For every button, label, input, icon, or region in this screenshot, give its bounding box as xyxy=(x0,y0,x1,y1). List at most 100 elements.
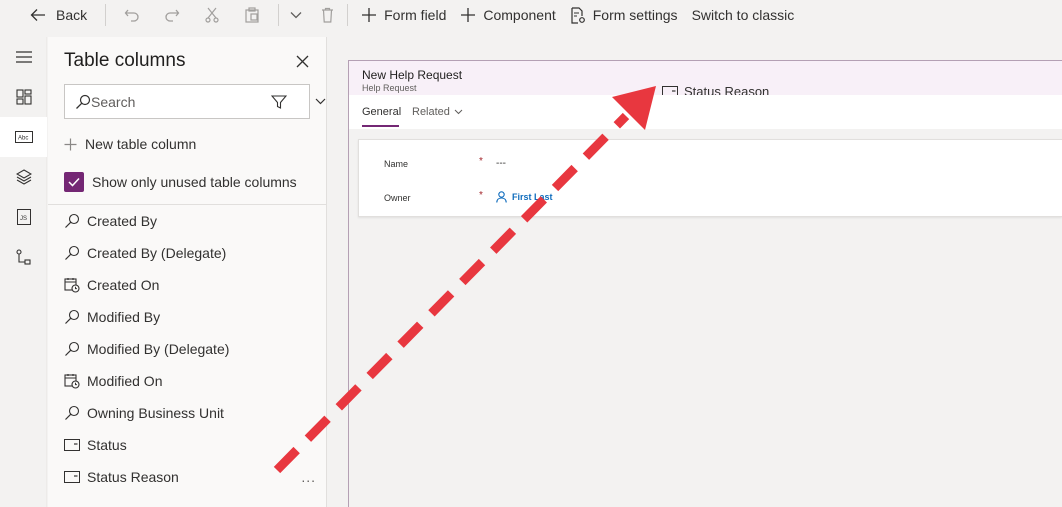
form-subtitle: Help Request xyxy=(362,83,417,93)
tab-general[interactable]: General xyxy=(362,106,401,118)
flow-icon xyxy=(15,249,32,265)
checkmark-icon xyxy=(68,177,80,187)
rail-table-columns-button[interactable]: Abc xyxy=(0,117,47,157)
person-icon xyxy=(496,191,507,203)
close-icon xyxy=(296,55,309,68)
column-item-label: Modified By (Delegate) xyxy=(87,341,230,357)
rail-tree-view-button[interactable] xyxy=(0,157,47,197)
new-table-column-button[interactable]: New table column xyxy=(64,134,196,154)
owner-name: First Last xyxy=(512,192,553,202)
option-set-icon xyxy=(64,437,80,453)
table-column-list: Created By Created By (Delegate) Created… xyxy=(64,205,322,493)
rail-menu-button[interactable] xyxy=(0,37,47,77)
delete-button[interactable] xyxy=(307,0,347,30)
form-preview: New Help Request Help Request Status Rea… xyxy=(348,60,1062,507)
more-commands-button[interactable] xyxy=(285,0,307,30)
column-item-owning-business-unit[interactable]: Owning Business Unit xyxy=(64,397,322,429)
lookup-icon xyxy=(64,341,80,357)
rail-components-button[interactable] xyxy=(0,77,47,117)
plus-icon xyxy=(361,7,377,23)
redo-button[interactable] xyxy=(152,0,192,30)
column-item-label: Status xyxy=(87,437,127,453)
lookup-icon xyxy=(64,245,80,261)
column-item-created-by-delegate[interactable]: Created By (Delegate) xyxy=(64,237,322,269)
redo-icon xyxy=(164,8,180,22)
tab-related-label: Related xyxy=(412,106,450,118)
required-indicator: * xyxy=(479,190,483,201)
paste-button[interactable] xyxy=(232,0,272,30)
clipboard-icon xyxy=(245,7,259,23)
form-tabs: General Related xyxy=(349,95,1062,129)
tab-active-indicator xyxy=(362,125,399,127)
field-label-owner: Owner xyxy=(384,193,411,203)
command-bar: Back Form field Component Form settings … xyxy=(0,0,1062,30)
lookup-icon xyxy=(64,405,80,421)
form-settings-icon xyxy=(570,6,586,24)
form-settings-label: Form settings xyxy=(592,7,678,23)
toolbar-divider xyxy=(278,4,280,26)
trash-icon xyxy=(321,7,334,23)
lookup-icon xyxy=(64,309,80,325)
chevron-down-icon xyxy=(454,109,463,115)
show-unused-checkbox[interactable] xyxy=(64,172,84,192)
left-rail: Abc JS xyxy=(0,37,47,507)
form-field-label: Form field xyxy=(384,7,447,23)
switch-to-classic-button[interactable]: Switch to classic xyxy=(685,0,802,30)
more-options-button[interactable]: ... xyxy=(301,469,316,485)
column-item-label: Owning Business Unit xyxy=(87,405,224,421)
plus-icon xyxy=(460,7,476,23)
column-item-label: Status Reason xyxy=(87,469,179,485)
column-item-created-on[interactable]: Created On xyxy=(64,269,322,301)
toolbar-divider xyxy=(347,4,349,26)
column-item-created-by[interactable]: Created By xyxy=(64,205,322,237)
field-value-name[interactable]: --- xyxy=(496,158,506,169)
column-item-modified-on[interactable]: Modified On xyxy=(64,365,322,397)
show-unused-label: Show only unused table columns xyxy=(92,174,297,190)
form-field-button[interactable]: Form field xyxy=(354,0,453,30)
scissors-icon xyxy=(205,7,219,23)
filter-button[interactable] xyxy=(256,94,333,110)
calendar-clock-icon xyxy=(64,277,80,293)
close-panel-button[interactable] xyxy=(292,51,312,71)
layers-icon xyxy=(15,169,32,185)
column-item-label: Created By (Delegate) xyxy=(87,245,227,261)
column-item-status[interactable]: Status xyxy=(64,429,322,461)
table-columns-panel: Table columns New table column xyxy=(48,37,327,507)
column-item-modified-by[interactable]: Modified By xyxy=(64,301,322,333)
back-arrow-icon xyxy=(30,8,46,22)
undo-button[interactable] xyxy=(112,0,152,30)
show-unused-checkbox-row[interactable]: Show only unused table columns xyxy=(64,172,297,192)
option-set-icon xyxy=(64,469,80,485)
cut-button[interactable] xyxy=(192,0,232,30)
plus-icon xyxy=(64,138,77,151)
component-label: Component xyxy=(483,7,556,23)
svg-text:JS: JS xyxy=(20,216,27,222)
chevron-down-icon xyxy=(290,11,302,19)
new-table-column-label: New table column xyxy=(85,136,197,152)
field-value-owner[interactable]: First Last xyxy=(496,191,553,203)
column-item-label: Modified By xyxy=(87,309,161,325)
undo-icon xyxy=(124,8,140,22)
column-item-label: Created By xyxy=(87,213,158,229)
component-button[interactable]: Component xyxy=(453,0,562,30)
required-indicator: * xyxy=(479,156,483,167)
components-icon xyxy=(15,89,32,105)
back-label: Back xyxy=(56,7,88,23)
form-canvas: New Help Request Help Request Status Rea… xyxy=(328,37,1062,507)
form-section[interactable]: Name * --- Owner * First Last xyxy=(358,139,1062,217)
search-icon xyxy=(75,94,91,110)
search-input[interactable] xyxy=(91,93,241,110)
tab-related[interactable]: Related xyxy=(412,106,463,118)
rail-form-libraries-button[interactable]: JS xyxy=(0,197,47,237)
column-item-status-reason[interactable]: Status Reason ... xyxy=(64,461,322,493)
back-button[interactable]: Back xyxy=(0,0,99,30)
hamburger-icon xyxy=(15,50,33,64)
form-header[interactable]: New Help Request Help Request Status Rea… xyxy=(349,61,1062,99)
form-settings-button[interactable]: Form settings xyxy=(563,0,685,30)
column-item-modified-by-delegate[interactable]: Modified By (Delegate) xyxy=(64,333,322,365)
toolbar-divider xyxy=(105,4,107,26)
rail-business-rules-button[interactable] xyxy=(0,237,47,277)
svg-text:Abc: Abc xyxy=(18,136,28,142)
column-item-label: Created On xyxy=(87,277,160,293)
search-box xyxy=(64,84,325,119)
